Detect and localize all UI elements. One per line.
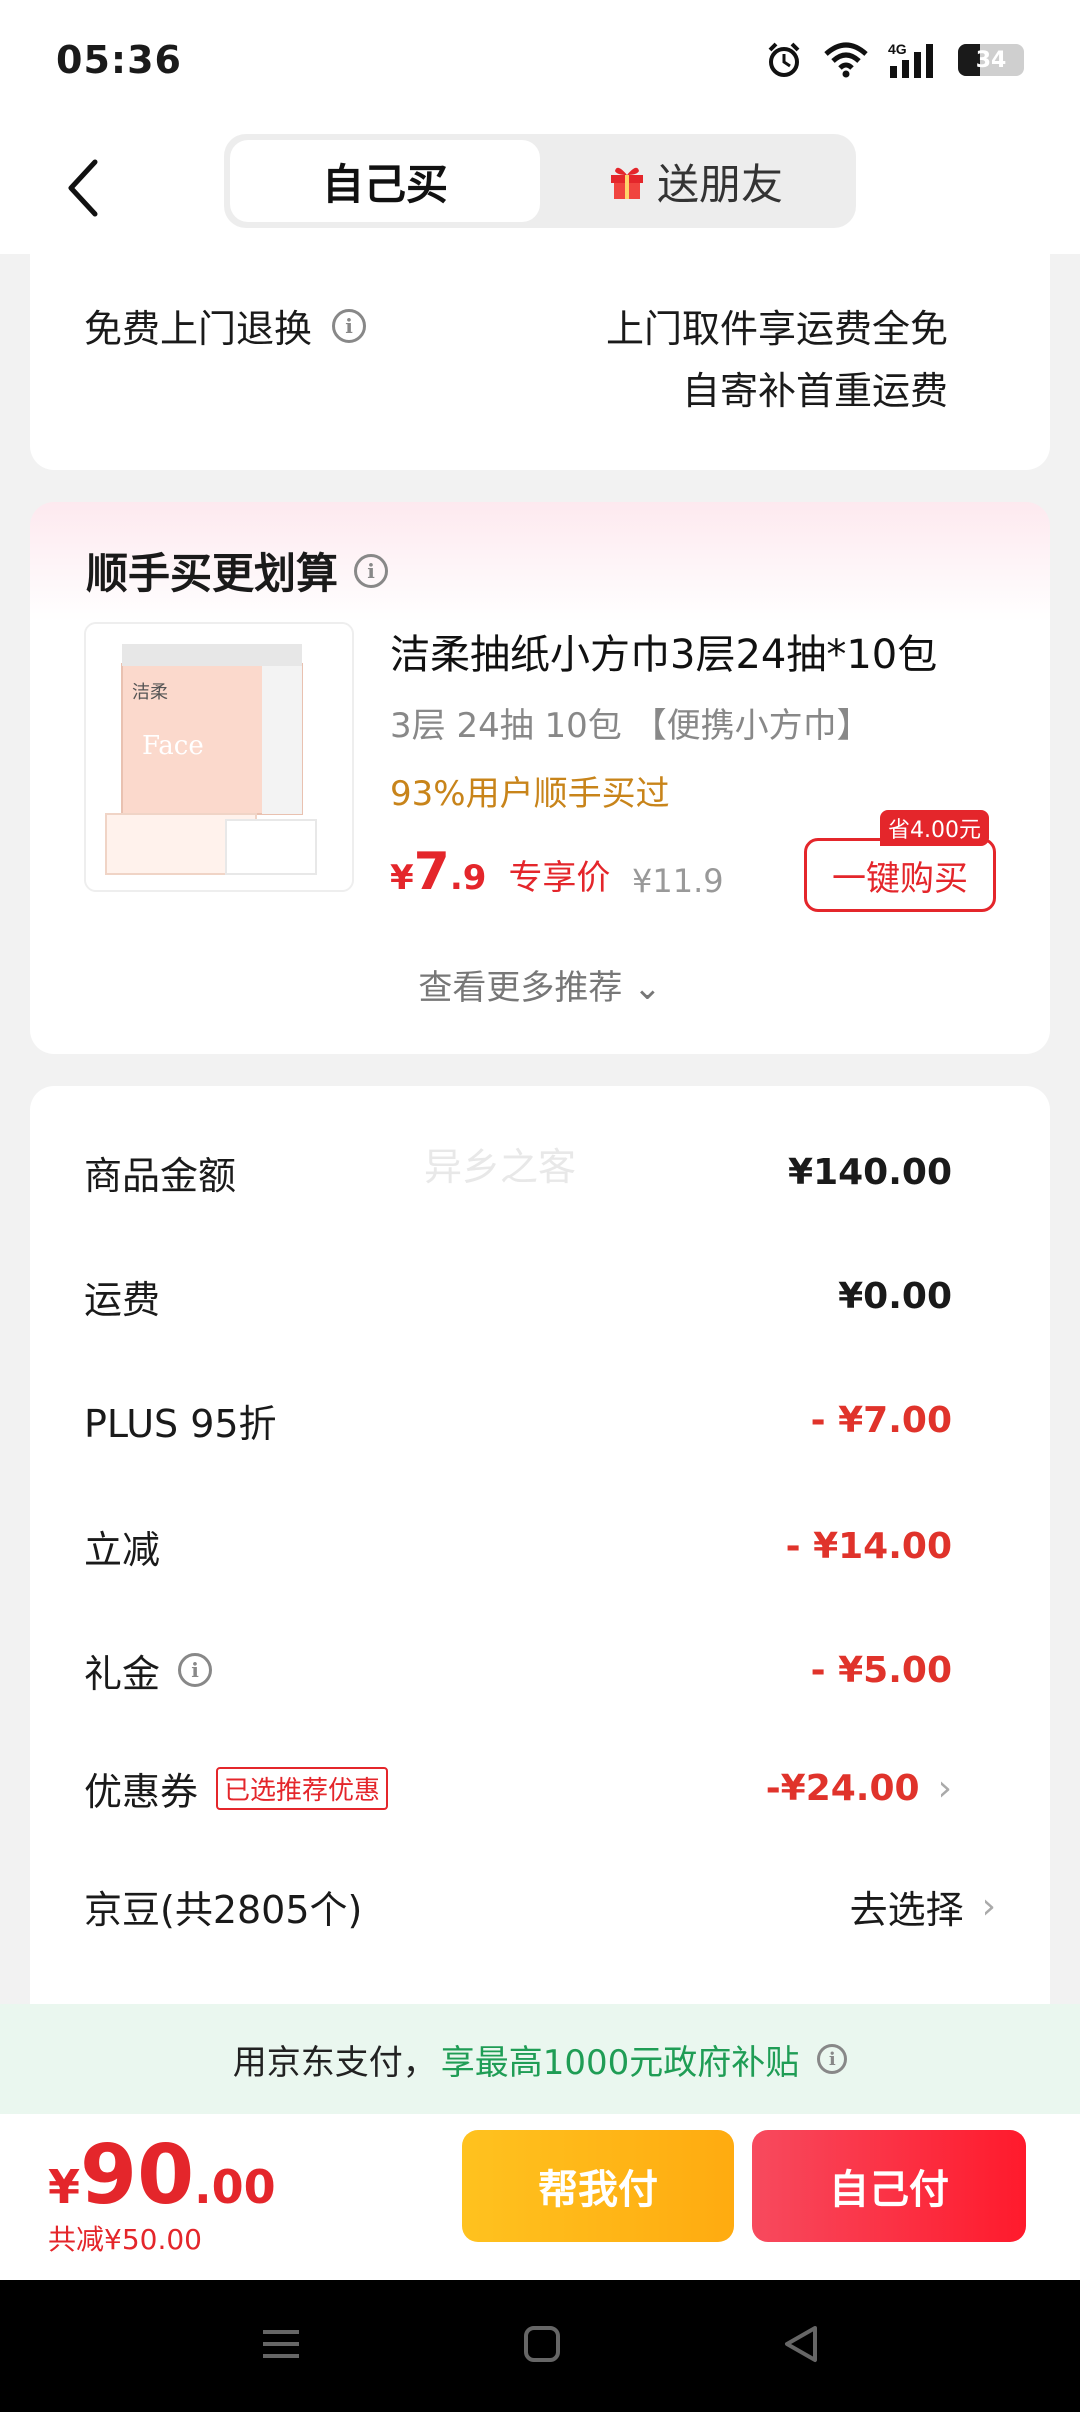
fee-row-coupon[interactable]: 优惠券 已选推荐优惠 -¥24.00 › <box>84 1758 952 1818</box>
fee-row-gift-money: 礼金 i - ¥5.00 <box>84 1640 952 1700</box>
info-icon[interactable]: i <box>178 1653 213 1687</box>
fee-row-instant-discount: 立减 - ¥14.00 <box>84 1516 952 1576</box>
gift-icon <box>607 161 647 201</box>
product-spec: 3层 24抽 10包 【便携小方巾】 <box>390 706 871 746</box>
price-tag: 专享价 <box>508 858 611 898</box>
fee-row-plus-discount: PLUS 95折 - ¥7.00 <box>84 1390 952 1450</box>
checkout-bar: ¥ 90 .00 共减¥50.00 帮我付 自己付 <box>0 2114 1080 2280</box>
info-icon[interactable]: i <box>354 553 389 588</box>
product-image[interactable]: Face 洁柔 <box>84 622 354 892</box>
fee-label: 优惠券 <box>84 1769 199 1814</box>
product-bought-rate: 93%用户顺手买过 <box>390 774 670 814</box>
help-me-pay-button[interactable]: 帮我付 <box>462 2130 734 2242</box>
recommend-title: 顺手买更划算 <box>86 549 339 598</box>
total-decimal: .00 <box>194 2160 276 2214</box>
back-button[interactable] <box>52 148 112 228</box>
price-decimal: .9 <box>449 858 487 898</box>
coupon-recommended-tag: 已选推荐优惠 <box>216 1766 389 1810</box>
fee-label: 立减 <box>84 1527 161 1572</box>
fee-label-wrap: 优惠券 已选推荐优惠 <box>84 1761 389 1816</box>
tab-send-friend[interactable]: 送朋友 <box>540 140 850 222</box>
fee-row-goods-amount: 商品金额 ¥140.00 <box>84 1142 952 1202</box>
fee-value: -¥24.00 <box>765 1767 920 1809</box>
tab-send-friend-label: 送朋友 <box>656 159 783 209</box>
total-saved: 共减¥50.00 <box>48 2223 202 2256</box>
tab-buy-self-label: 自己买 <box>321 159 448 209</box>
recommend-title-row: 顺手买更划算 i <box>86 540 389 601</box>
return-service-line1: 上门取件享运费全免 <box>605 307 948 351</box>
status-bar: 05:36 4G 34 <box>0 0 1080 120</box>
status-time: 05:36 <box>56 38 182 82</box>
menu-icon[interactable] <box>259 2324 303 2368</box>
product-image-brand-text: 洁柔 <box>132 682 168 703</box>
fee-value: - ¥14.00 <box>785 1525 952 1567</box>
pay-banner-prefix: 用京东支付， <box>232 2042 437 2083</box>
return-service-row: 免费上门退换 i <box>84 298 367 353</box>
see-more-recommend[interactable]: 查看更多推荐 ⌄ <box>30 960 1050 1009</box>
pay-banner-highlight: 享最高1000元政府补贴 <box>440 2042 800 2083</box>
fee-label: 运费 <box>84 1277 161 1322</box>
fee-breakdown-card: 异乡之客 商品金额 ¥140.00 运费 ¥0.00 PLUS 95折 - ¥7… <box>30 1086 1050 2016</box>
fee-value: 去选择 <box>849 1887 964 1932</box>
total-integer: 90 <box>80 2128 195 2223</box>
product-price: ¥ 7 .9 专享价 <box>390 842 610 902</box>
total-price: ¥ 90 .00 <box>48 2128 276 2223</box>
status-icons: 4G 34 <box>764 40 1024 80</box>
return-service-card: 免费上门退换 i 上门取件享运费全免 自寄补首重运费 <box>30 230 1050 470</box>
return-service-detail: 上门取件享运费全免 自寄补首重运费 <box>606 298 948 422</box>
fee-label: 商品金额 <box>84 1153 237 1198</box>
return-service-label: 免费上门退换 <box>84 307 313 351</box>
fee-label: PLUS 95折 <box>84 1401 277 1446</box>
save-badge: 省4.00元 <box>880 810 989 846</box>
product-image-face-text: Face <box>142 731 204 761</box>
total-yen: ¥ <box>48 2160 81 2214</box>
fee-label-wrap: 礼金 i <box>84 1643 213 1698</box>
recommend-card: 顺手买更划算 i Face 洁柔 洁柔抽纸小方巾3层24抽*10包 3层 24抽… <box>30 502 1050 1054</box>
home-icon[interactable] <box>522 2324 562 2368</box>
fee-value: - ¥7.00 <box>810 1399 952 1441</box>
fee-label: 礼金 <box>84 1651 161 1696</box>
system-nav-bar <box>0 2280 1080 2412</box>
battery-level: 34 <box>975 47 1007 73</box>
wifi-icon <box>822 40 870 80</box>
alarm-icon <box>764 40 804 80</box>
jd-pay-banner[interactable]: 用京东支付， 享最高1000元政府补贴 i <box>0 2004 1080 2114</box>
chevron-right-icon: › <box>937 1767 952 1809</box>
battery-icon: 34 <box>958 44 1024 76</box>
one-click-buy-button[interactable]: 一键购买 <box>804 838 996 912</box>
price-integer: 7 <box>413 842 450 902</box>
pay-myself-button[interactable]: 自己付 <box>752 2130 1026 2242</box>
fee-row-shipping: 运费 ¥0.00 <box>84 1266 952 1326</box>
chevron-left-icon <box>68 159 98 217</box>
purchase-mode-tabs: 自己买 送朋友 <box>224 134 856 228</box>
product-name[interactable]: 洁柔抽纸小方巾3层24抽*10包 <box>390 622 937 680</box>
price-symbol: ¥ <box>390 858 414 898</box>
original-price: ¥11.9 <box>632 862 724 900</box>
fee-row-jingdou[interactable]: 京豆(共2805个) 去选择 › <box>84 1876 996 1936</box>
fee-value: ¥0.00 <box>838 1275 952 1317</box>
fee-value: - ¥5.00 <box>810 1649 952 1691</box>
back-nav-icon[interactable] <box>781 2324 821 2368</box>
fee-value: ¥140.00 <box>788 1151 952 1193</box>
return-service-line2: 自寄补首重运费 <box>681 369 948 413</box>
info-icon[interactable]: i <box>332 308 367 343</box>
info-icon[interactable]: i <box>817 2044 848 2074</box>
signal-icon: 4G <box>888 40 940 80</box>
tab-buy-self[interactable]: 自己买 <box>230 140 540 222</box>
chevron-right-icon: › <box>981 1885 996 1927</box>
fee-label: 京豆(共2805个) <box>84 1887 363 1932</box>
network-type-label: 4G <box>888 41 907 57</box>
